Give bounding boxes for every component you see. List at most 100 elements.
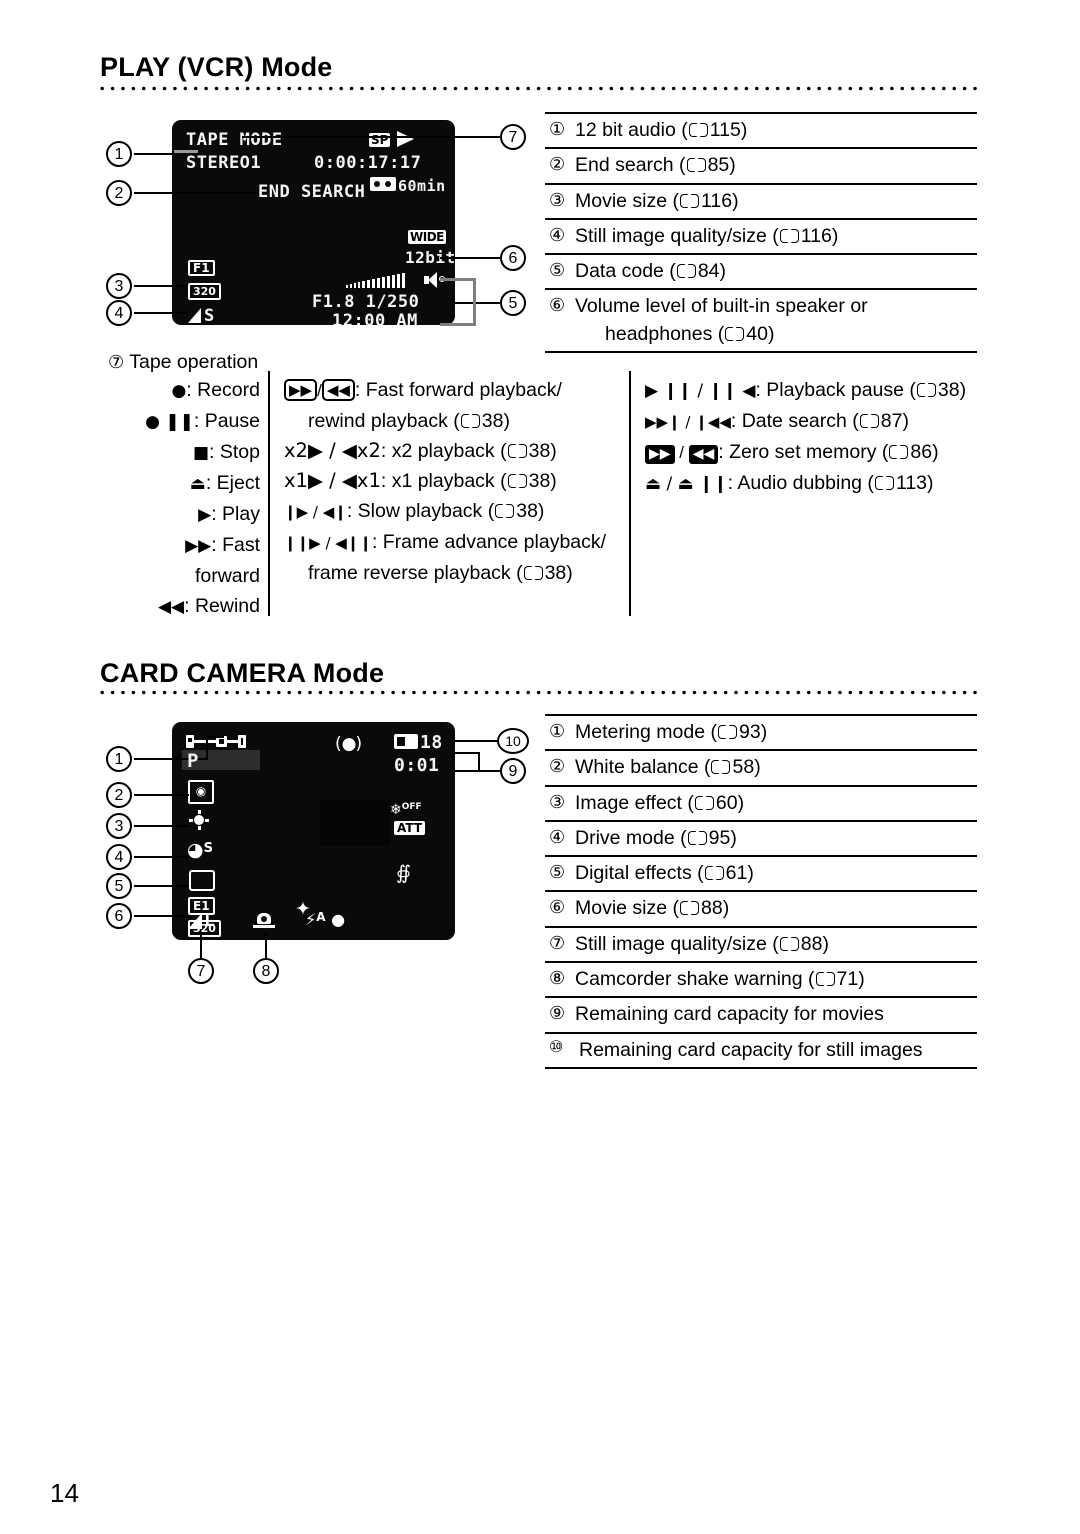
legend-row-num: ⑨	[549, 1003, 566, 1024]
legend-row-text: Data code (84)	[575, 260, 727, 283]
section-title-card-camera: CARD CAMERA Mode	[100, 658, 385, 688]
legend-row: ④ Still image quality/size (116)	[545, 217, 977, 253]
manual-ref-icon	[779, 936, 799, 952]
manual-ref-icon	[680, 193, 700, 209]
op-item: ●: Record	[171, 379, 260, 401]
movie-size-badge: 320	[188, 283, 221, 300]
manual-ref-icon	[680, 901, 700, 916]
op-item: ⏏ / ⏏ ❙❙: Audio dubbing (113)	[645, 472, 934, 494]
card-callout-3: 3	[106, 813, 132, 839]
legend-row-text: Volume level of built-in speaker or headp…	[575, 295, 868, 345]
self-timer-icon	[253, 913, 275, 931]
card-legend-table: ① Metering mode (93) ② White balance (58…	[545, 714, 977, 1069]
legend-row: ⑩ Remaining card capacity for still imag…	[545, 1031, 977, 1069]
manual-ref-icon	[717, 725, 737, 740]
tape-operation-label: Tape operation	[129, 351, 259, 373]
op-item: ▶▶ / ◀◀: Zero set memory (86)	[645, 437, 985, 468]
manual-ref-icon	[694, 795, 714, 811]
card-callout-6: 6	[106, 903, 132, 929]
manual-ref-icon	[523, 566, 543, 581]
vcr-sp-badge-group: SP	[369, 131, 391, 149]
legend-row-text: End search (85)	[575, 154, 736, 177]
legend-row-text: Drive mode (95)	[575, 826, 737, 849]
card-callout-1-leader-tip	[206, 736, 224, 738]
card-quality-wedge-icon	[188, 913, 202, 929]
legend-row-text: Movie size (116)	[575, 189, 739, 212]
legend-row-num: ①	[549, 721, 566, 741]
legend-row: ⑤ Digital effects (61)	[545, 855, 977, 890]
legend-row-text: Camcorder shake warning (71)	[575, 968, 865, 991]
op-item: ◀◀: Rewind	[157, 595, 260, 617]
op-item: ❙▶ / ◀❙: Slow playback (38)	[284, 500, 545, 522]
manual-ref-icon	[916, 383, 936, 398]
manual-ref-icon	[711, 760, 731, 775]
card-callout-9: 9	[500, 758, 526, 784]
callout-1-leader-tip	[174, 150, 198, 153]
op-item: ▶: Play	[198, 503, 260, 525]
white-balance-icon	[189, 810, 209, 830]
legend-row: ③ Movie size (116)	[545, 182, 977, 218]
manual-ref-icon	[725, 326, 745, 342]
callout-2-leader	[134, 192, 258, 194]
card-callout-9-leader-tip	[455, 752, 480, 754]
vcr-legend-table: ① 12 bit audio (115) ② End search (85) ③…	[545, 112, 977, 354]
legend-row-num: ④	[549, 826, 566, 847]
callout-3-leader	[134, 285, 188, 287]
legend-row-num: ②	[549, 154, 566, 175]
tape-operation-heading: ⑦ Tape operation	[108, 351, 258, 374]
op-item: forward	[194, 565, 260, 587]
legend-row-text: Digital effects (61)	[575, 862, 754, 885]
vcr-tape-remaining: 60min	[398, 177, 446, 195]
callout-2: 2	[106, 180, 132, 206]
legend-row-num: ③	[549, 791, 566, 812]
card-still-quality: L	[204, 910, 216, 931]
manual-ref-icon	[495, 504, 515, 519]
op-item: frame reverse playback (38)	[308, 562, 573, 584]
callout-1-leader	[134, 153, 174, 155]
op-item: rewind playback (38)	[308, 410, 510, 432]
legend-row: ④ Drive mode (95)	[545, 819, 977, 855]
card-program-mode-label: P	[187, 750, 199, 772]
callout-6: 6	[500, 245, 526, 271]
manual-ref-icon	[889, 445, 909, 460]
camcorder-shake-icon: (●)	[335, 734, 363, 754]
op-item: ▶▶: Fast	[185, 534, 260, 556]
op-item: x2▶ / ◀x2: x2 playback (38)	[284, 439, 557, 462]
card-callout-10: 10	[497, 728, 529, 754]
legend-row-num: ⑤	[549, 260, 566, 281]
card-callout-4-leader	[134, 856, 189, 858]
manual-ref-icon	[687, 830, 707, 846]
image-effect-icon: ◕S	[187, 839, 213, 861]
legend-row: ⑤ Data code (84)	[545, 253, 977, 288]
card-callout-9-leader-elbow	[478, 752, 480, 772]
legend-row-text: Metering mode (93)	[575, 721, 768, 743]
att-badge: ATT	[394, 821, 426, 835]
callout-3: 3	[106, 273, 132, 299]
cassette-icon	[370, 177, 396, 191]
tape-operation-col-1: ●: Record ● ❚❚: Pause ■: Stop ⏏: Eject ▶…	[124, 375, 260, 622]
manual-ref-icon	[686, 158, 706, 173]
frame-badge: F1	[188, 260, 215, 276]
card-callout-6-leader	[134, 915, 189, 917]
manual-ref-icon	[874, 476, 894, 491]
card-callout-7: 7	[188, 958, 214, 984]
card-callout-8: 8	[253, 958, 279, 984]
wind-screen-off-icon: ❄OFF	[390, 802, 422, 818]
op-item: ● ❚❚: Pause	[145, 410, 260, 432]
vcr-end-search: END SEARCH	[258, 182, 366, 202]
manual-ref-icon	[507, 474, 527, 489]
callout-7-leader	[242, 136, 500, 138]
card-callout-5: 5	[106, 873, 132, 899]
manual-ref-icon	[815, 972, 835, 987]
play-triangle-icon	[397, 131, 414, 147]
legend-row-text: Movie size (88)	[575, 897, 730, 920]
legend-row-num: ②	[549, 756, 566, 777]
op-item: ⏏: Eject	[189, 472, 260, 494]
vcr-exposure: F1.8 1/250	[312, 292, 420, 312]
callout-6-leader	[440, 257, 500, 259]
card-callout-2-leader	[134, 794, 189, 796]
op-item: ▶▶ / ◀◀: Fast forward playback/	[284, 375, 624, 406]
tape-operation-divider-2	[629, 371, 631, 616]
legend-row: ③ Image effect (60)	[545, 784, 977, 820]
card-callout-10-leader	[455, 740, 497, 742]
